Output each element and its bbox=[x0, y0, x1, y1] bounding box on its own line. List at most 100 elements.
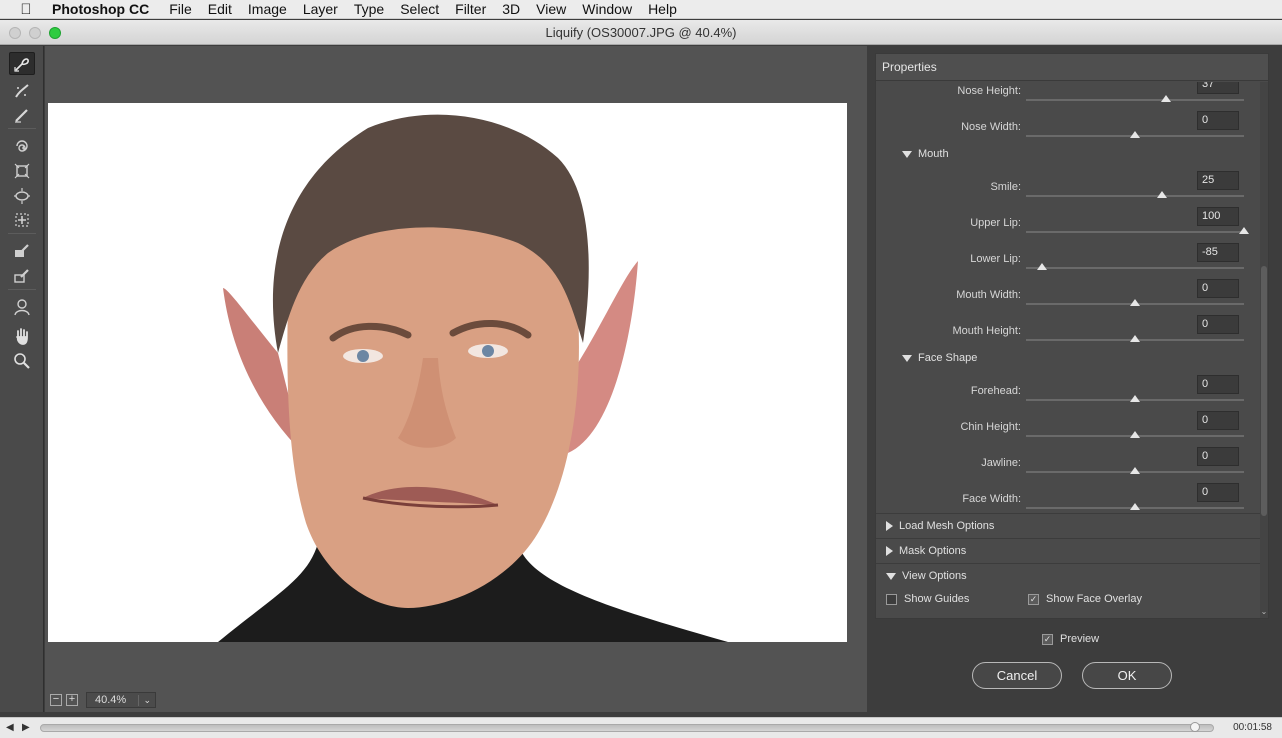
menu-filter[interactable]: Filter bbox=[447, 0, 494, 19]
menu-layer[interactable]: Layer bbox=[295, 0, 346, 19]
preview-checkbox[interactable]: ✓ bbox=[1042, 633, 1053, 645]
zoom-out-button[interactable]: − bbox=[50, 694, 62, 706]
slider-thumb[interactable] bbox=[1130, 131, 1140, 138]
bloat-icon[interactable] bbox=[9, 184, 35, 207]
slider-thumb[interactable] bbox=[1239, 227, 1249, 234]
menu-edit[interactable]: Edit bbox=[200, 0, 240, 19]
mask-options-toggle[interactable]: Mask Options bbox=[876, 538, 1260, 563]
slider-thumb[interactable] bbox=[1037, 263, 1048, 270]
jawline-input[interactable]: 0 bbox=[1197, 447, 1239, 466]
view-options-toggle[interactable]: View Options bbox=[876, 563, 1260, 588]
smile-input[interactable]: 25 bbox=[1197, 171, 1239, 190]
mouth-section-toggle[interactable]: Mouth bbox=[902, 148, 949, 160]
mouth-section-label: Mouth bbox=[918, 148, 949, 160]
zoom-level-value: 40.4% bbox=[95, 694, 127, 706]
reconstruct-icon[interactable] bbox=[9, 79, 35, 102]
twirl-icon[interactable] bbox=[9, 134, 35, 157]
menu-select[interactable]: Select bbox=[392, 0, 447, 19]
window-title: Liquify (OS30007.JPG @ 40.4%) bbox=[545, 25, 737, 40]
face-shape-section-toggle[interactable]: Face Shape bbox=[902, 352, 977, 364]
slider-track[interactable] bbox=[1026, 231, 1244, 233]
forward-warp-icon[interactable] bbox=[9, 52, 35, 75]
properties-panel: Properties Nose Height: 37 Nose Width: 0… bbox=[875, 53, 1269, 619]
face-width-label: Face Width: bbox=[962, 493, 1021, 505]
face-width-input[interactable]: 0 bbox=[1197, 483, 1239, 502]
canvas-area[interactable]: − + 40.4% ⌄ bbox=[45, 46, 867, 712]
slider-thumb[interactable] bbox=[1160, 95, 1171, 102]
menu-app-name[interactable]: Photoshop CC bbox=[52, 0, 161, 19]
show-face-overlay-checkbox-row[interactable]: ✓ Show Face Overlay bbox=[1028, 593, 1142, 605]
freeze-mask-icon[interactable] bbox=[9, 239, 35, 262]
disclosure-down-icon bbox=[886, 572, 896, 580]
slider-thumb[interactable] bbox=[1130, 467, 1140, 474]
thaw-mask-icon[interactable] bbox=[9, 264, 35, 287]
slider-thumb[interactable] bbox=[1130, 503, 1140, 510]
menu-help[interactable]: Help bbox=[640, 0, 685, 19]
forehead-label: Forehead: bbox=[970, 385, 1021, 397]
zoom-controls: − + 40.4% ⌄ bbox=[50, 691, 156, 709]
lower-lip-input[interactable]: -85 bbox=[1197, 243, 1239, 262]
face-tool-icon[interactable] bbox=[9, 295, 35, 318]
mouth-width-label: Mouth Width: bbox=[956, 289, 1021, 301]
slider-thumb[interactable] bbox=[1157, 191, 1168, 198]
slider-row-face-width: Face Width: 0 bbox=[876, 483, 1260, 515]
ok-button[interactable]: OK bbox=[1082, 662, 1172, 689]
disclosure-right-icon bbox=[886, 521, 893, 531]
slider-thumb[interactable] bbox=[1130, 431, 1140, 438]
push-left-icon[interactable] bbox=[9, 208, 35, 231]
window-titlebar: Liquify (OS30007.JPG @ 40.4%) bbox=[0, 20, 1282, 45]
scrubber-track[interactable] bbox=[40, 724, 1214, 732]
upper-lip-input[interactable]: 100 bbox=[1197, 207, 1239, 226]
slider-track[interactable] bbox=[1026, 267, 1244, 269]
properties-scroll-area[interactable]: Nose Height: 37 Nose Width: 0 Mouth Smil… bbox=[876, 82, 1260, 515]
show-guides-checkbox[interactable] bbox=[886, 593, 897, 605]
apple-icon[interactable]:  bbox=[0, 1, 52, 18]
menu-view[interactable]: View bbox=[528, 0, 574, 19]
slider-track[interactable] bbox=[1026, 99, 1244, 101]
load-mesh-options-toggle[interactable]: Load Mesh Options bbox=[876, 513, 1260, 538]
menu-file[interactable]: File bbox=[161, 0, 200, 19]
show-guides-label: Show Guides bbox=[904, 593, 970, 605]
scrollbar-thumb[interactable] bbox=[1261, 266, 1267, 516]
scroll-down-icon[interactable]: ⌄ bbox=[1260, 607, 1268, 616]
slider-thumb[interactable] bbox=[1130, 395, 1140, 402]
preview-checkbox-row[interactable]: ✓ Preview bbox=[1042, 633, 1099, 645]
skip-back-icon[interactable]: ◀ bbox=[6, 722, 14, 733]
slider-track[interactable] bbox=[1026, 195, 1244, 197]
nose-height-input[interactable]: 37 bbox=[1197, 82, 1239, 94]
forehead-input[interactable]: 0 bbox=[1197, 375, 1239, 394]
photo-canvas[interactable] bbox=[48, 103, 847, 642]
menu-type[interactable]: Type bbox=[346, 0, 392, 19]
panel-scrollbar[interactable]: ⌄ bbox=[1260, 82, 1268, 618]
mouth-width-input[interactable]: 0 bbox=[1197, 279, 1239, 298]
hand-icon[interactable] bbox=[9, 324, 35, 347]
liquify-toolbar bbox=[0, 46, 44, 712]
zoom-level-select[interactable]: 40.4% ⌄ bbox=[86, 692, 156, 708]
view-options-label: View Options bbox=[902, 570, 967, 582]
cancel-button[interactable]: Cancel bbox=[972, 662, 1062, 689]
nose-width-input[interactable]: 0 bbox=[1197, 111, 1239, 130]
zoom-icon[interactable] bbox=[9, 349, 35, 372]
menu-3d[interactable]: 3D bbox=[494, 0, 528, 19]
chin-height-input[interactable]: 0 bbox=[1197, 411, 1239, 430]
jawline-label: Jawline: bbox=[981, 457, 1021, 469]
preview-label: Preview bbox=[1060, 633, 1100, 645]
show-guides-checkbox-row[interactable]: Show Guides bbox=[886, 593, 969, 605]
mouth-height-input[interactable]: 0 bbox=[1197, 315, 1239, 334]
mask-options-label: Mask Options bbox=[899, 545, 967, 557]
nose-height-label: Nose Height: bbox=[957, 85, 1021, 97]
slider-thumb[interactable] bbox=[1130, 299, 1140, 306]
scrubber-knob[interactable] bbox=[1190, 722, 1200, 732]
pucker-icon[interactable] bbox=[9, 159, 35, 182]
play-icon[interactable]: ▶ bbox=[22, 722, 30, 733]
disclosure-down-icon bbox=[902, 150, 912, 158]
panel-title: Properties bbox=[876, 54, 1268, 81]
menu-window[interactable]: Window bbox=[574, 0, 640, 19]
menu-image[interactable]: Image bbox=[240, 0, 295, 19]
slider-thumb[interactable] bbox=[1130, 335, 1140, 342]
show-face-overlay-checkbox[interactable]: ✓ bbox=[1028, 593, 1039, 605]
lower-lip-label: Lower Lip: bbox=[970, 253, 1021, 265]
zoom-in-button[interactable]: + bbox=[66, 694, 78, 706]
menu-bar:  Photoshop CC File Edit Image Layer Typ… bbox=[0, 0, 1282, 19]
smooth-icon[interactable] bbox=[9, 103, 35, 126]
